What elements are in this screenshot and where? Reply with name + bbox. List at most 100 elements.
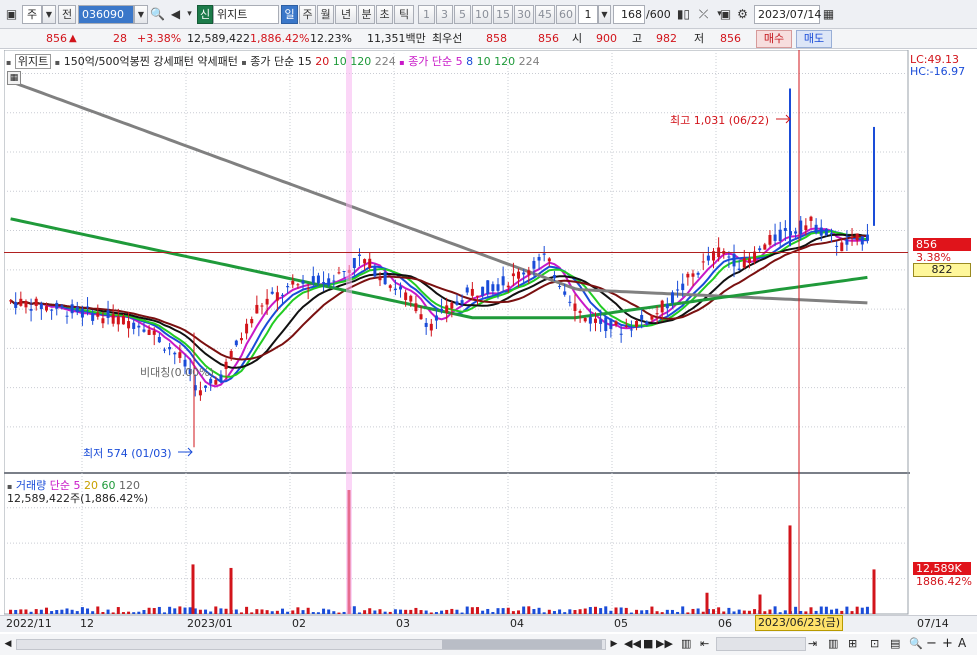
volume-bar [275, 610, 279, 614]
volume-bar [460, 612, 464, 614]
candle-body [804, 225, 808, 231]
candle-style-icon[interactable]: ▮▯ [675, 5, 692, 24]
volume-bar [547, 609, 551, 614]
volume-bar [286, 611, 290, 614]
nav-right-icon[interactable]: ⇥ [808, 637, 817, 650]
volume-bar [434, 612, 438, 614]
market-dropdown-icon[interactable]: ▼ [42, 5, 56, 24]
settings-gear-icon[interactable]: ⚙ [734, 5, 751, 24]
volume-bar [794, 606, 798, 614]
scroll-thumb[interactable] [442, 640, 602, 649]
minute-30-button[interactable]: 30 [514, 5, 534, 24]
candle-body [835, 245, 839, 247]
zoom-in-icon[interactable]: + [942, 636, 953, 651]
zoom-track[interactable] [716, 637, 806, 651]
candle-body [86, 306, 90, 308]
scroll-left-icon[interactable]: ◀ [2, 638, 14, 651]
volume-bar [850, 611, 854, 614]
volume-bar [260, 609, 264, 614]
bar-count-total: /600 [646, 8, 671, 21]
candle-body [845, 239, 849, 245]
period-second-button[interactable]: 초 [376, 5, 393, 24]
date-input[interactable]: 2023/07/14 [754, 5, 821, 24]
scroll-track[interactable] [16, 639, 606, 650]
stock-code-input[interactable]: 036090 [78, 5, 134, 24]
candle-body [121, 315, 125, 325]
legend-ma1-p3: 10 [332, 55, 347, 68]
code-dropdown-icon[interactable]: ▼ [134, 5, 148, 24]
play-forward-icon[interactable]: ▶▶ [656, 637, 673, 650]
volume-bar [157, 606, 161, 614]
calendar-icon[interactable]: ▦ [820, 5, 837, 24]
candle-body [573, 303, 577, 311]
legend-ma1-label: 종가 단순 [250, 55, 295, 68]
stop-icon[interactable]: ■ [643, 637, 653, 650]
zoom-out-icon[interactable]: − [926, 636, 937, 651]
period-week-button[interactable]: 주 [299, 5, 316, 24]
volume-bar [665, 609, 669, 614]
layout-icon[interactable]: ⊞ [848, 637, 857, 650]
buy-button[interactable]: 매수 [756, 30, 792, 48]
volume-spike-bar [788, 525, 792, 614]
candle-body [491, 284, 495, 292]
candle-body [414, 303, 418, 312]
minute-10-button[interactable]: 10 [472, 5, 492, 24]
zoom-chart-icon[interactable]: ▥ [681, 637, 691, 650]
period-year-button[interactable]: 년 [335, 5, 357, 24]
minute-45-button[interactable]: 45 [535, 5, 555, 24]
candle-body [296, 284, 300, 286]
candle-body [116, 316, 120, 325]
volume-bar [296, 607, 300, 614]
market-select[interactable]: 주 [22, 5, 42, 24]
minute-15-button[interactable]: 15 [493, 5, 513, 24]
prev-stock-button[interactable]: 전 [58, 5, 76, 24]
volume-bar [650, 606, 654, 614]
volume-bar [132, 612, 136, 614]
volume-bar [86, 608, 90, 614]
period-month-button[interactable]: 월 [317, 5, 334, 24]
volume-bar [783, 610, 787, 614]
scroll-right-icon[interactable]: ▶ [608, 638, 620, 651]
fit-icon[interactable]: ▤ [890, 637, 900, 650]
stock-chart[interactable]: 6006507007508008509009501,0001,05010,000… [4, 50, 910, 616]
save-icon[interactable]: ▣ [717, 5, 734, 24]
expand-icon[interactable]: ⊡ [870, 637, 879, 650]
volume-bar [65, 608, 69, 614]
volume-bar [491, 611, 495, 614]
candle-body [522, 272, 526, 275]
bars-icon[interactable]: ▥ [828, 637, 838, 650]
magnifier-icon[interactable]: 🔍 [909, 637, 923, 650]
period-day-button[interactable]: 일 [281, 5, 298, 24]
multiplier-dropdown-icon[interactable]: ▼ [598, 5, 611, 24]
candle-body [824, 228, 828, 236]
period-minute-button[interactable]: 분 [358, 5, 375, 24]
volume-bar [342, 611, 346, 614]
table-toggle-icon[interactable]: ▦ [7, 71, 21, 85]
candle-body [747, 258, 751, 263]
minute-1-button[interactable]: 1 [418, 5, 435, 24]
play-back-icon[interactable]: ◀◀ [624, 637, 641, 650]
high-label: 고 [632, 32, 643, 45]
nav-left-icon[interactable]: ⇤ [700, 637, 709, 650]
minute-5-button[interactable]: 5 [454, 5, 471, 24]
speaker-dropdown-icon[interactable]: ▾ [181, 5, 198, 24]
minute-60-button[interactable]: 60 [556, 5, 576, 24]
volume-bar [742, 610, 746, 614]
bar-count-input[interactable]: 168 [613, 5, 645, 24]
multiplier-input[interactable]: 1 [578, 5, 598, 24]
volume-bar [301, 610, 305, 614]
volume-bar [419, 610, 423, 614]
font-size-icon[interactable]: A [958, 636, 966, 650]
window-menu-icon[interactable]: ▣ [3, 5, 20, 24]
candle-body [229, 351, 233, 358]
candle-body [301, 280, 305, 284]
search-icon[interactable]: 🔍 [149, 5, 166, 24]
volume-bar [860, 607, 864, 614]
sell-button[interactable]: 매도 [796, 30, 832, 48]
minute-3-button[interactable]: 3 [436, 5, 453, 24]
candle-body [332, 280, 336, 282]
crosshair-icon[interactable]: ⤫ [695, 5, 712, 24]
stock-name-field[interactable]: 위지트 [213, 5, 279, 24]
period-tick-button[interactable]: 틱 [394, 5, 414, 24]
legend-stock-name[interactable]: 위지트 [14, 54, 52, 69]
